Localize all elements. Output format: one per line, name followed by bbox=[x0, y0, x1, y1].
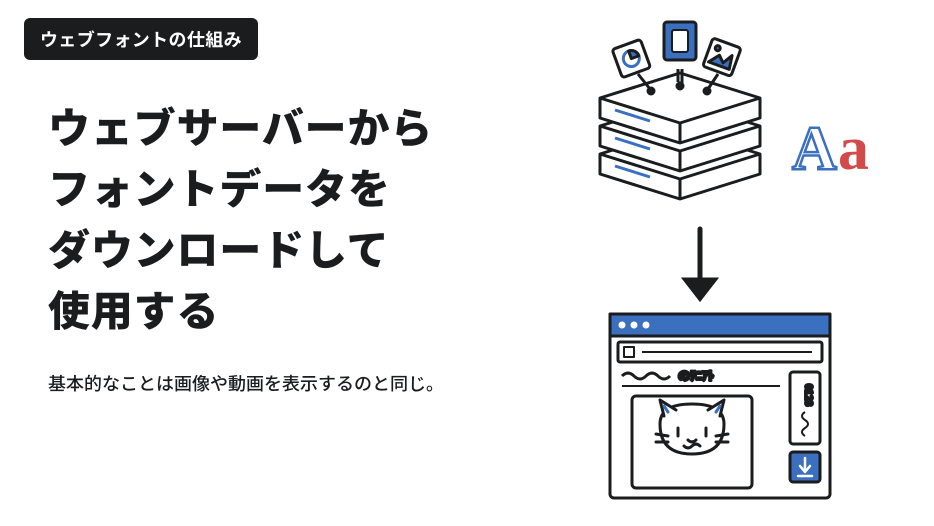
title-line: ダウンロードして bbox=[48, 218, 433, 279]
server-icon bbox=[600, 22, 760, 199]
svg-text:A: A bbox=[792, 115, 837, 183]
svg-text:0123: 0123 bbox=[803, 384, 818, 406]
title-line: ウェブサーバーから bbox=[48, 96, 433, 157]
svg-text:a: a bbox=[838, 115, 869, 183]
title-line: 使用する bbox=[48, 279, 433, 340]
title-line: フォントデータを bbox=[48, 157, 433, 218]
slide-title: ウェブサーバーから フォントデータを ダウンロードして 使用する bbox=[48, 96, 433, 340]
browser-icon: のﾃﾆｱﾄ 0123 bbox=[610, 314, 830, 498]
diagram-illustration: A a のﾃﾆｱﾄ bbox=[560, 14, 900, 514]
aa-glyph-icon: A a bbox=[792, 115, 869, 183]
download-arrow-icon bbox=[686, 229, 714, 298]
diagram-svg: A a のﾃﾆｱﾄ bbox=[560, 14, 900, 514]
category-badge: ウェブフォントの仕組み bbox=[24, 18, 258, 60]
svg-text:のﾃﾆｱﾄ: のﾃﾆｱﾄ bbox=[678, 367, 714, 384]
slide-subtitle: 基本的なことは画像や動画を表示するのと同じ。 bbox=[48, 370, 444, 396]
